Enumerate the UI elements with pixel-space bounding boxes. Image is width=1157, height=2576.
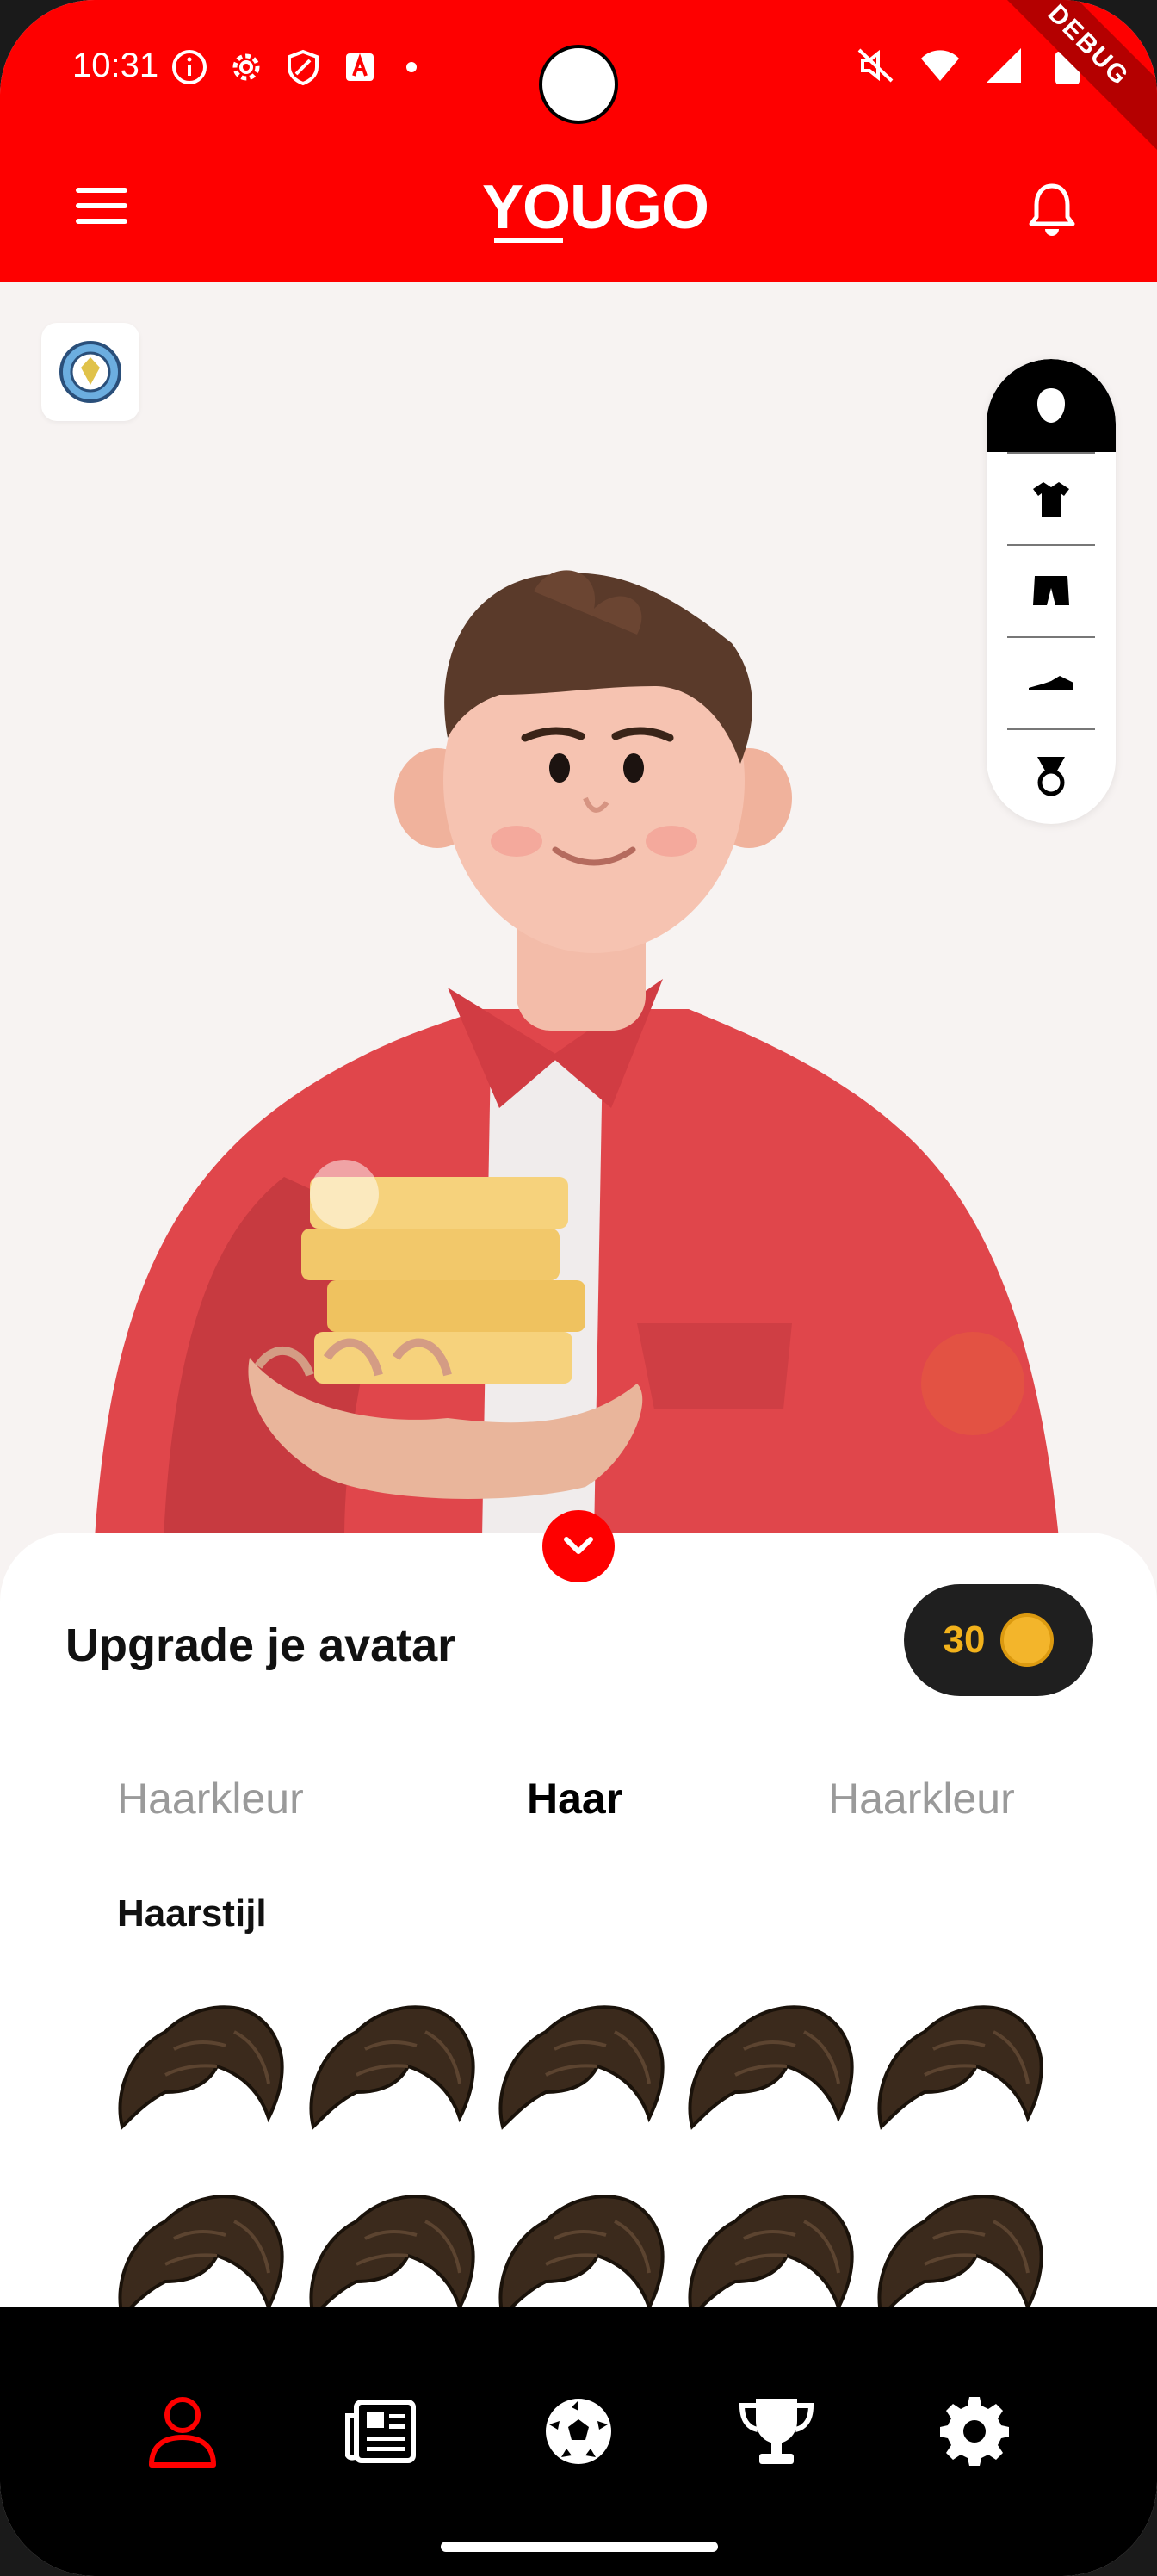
hair-style-option[interactable] — [494, 1997, 666, 2144]
status-bar: 10:31 DEBUG — [0, 0, 1157, 155]
status-left-icons — [170, 48, 417, 86]
gear-status-icon — [227, 48, 265, 86]
shorts-icon — [1033, 575, 1069, 605]
hair-style-icon — [688, 2005, 854, 2130]
hair-style-option[interactable] — [305, 1997, 477, 2144]
hair-style-icon — [118, 2005, 284, 2130]
news-icon — [345, 2400, 416, 2463]
tab-haar[interactable]: Haar — [527, 1774, 622, 1824]
menu-icon[interactable] — [76, 188, 127, 229]
tab-haarkleur-left[interactable]: Haarkleur — [117, 1774, 304, 1824]
front-camera — [539, 45, 618, 124]
hair-style-icon — [498, 2005, 665, 2130]
home-indicator[interactable] — [441, 2542, 718, 2552]
bottom-navigation — [0, 2307, 1157, 2576]
notification-dot — [406, 62, 417, 72]
hair-style-option[interactable] — [684, 1997, 856, 2144]
chevron-down-icon — [564, 1537, 593, 1554]
club-badge[interactable] — [41, 323, 139, 421]
nav-news[interactable] — [337, 2388, 424, 2474]
outfit-category-picker — [987, 359, 1116, 824]
shirt-icon — [1033, 481, 1069, 517]
profile-icon — [149, 2397, 216, 2468]
head-icon — [1037, 388, 1065, 423]
status-right-icons — [856, 45, 1088, 86]
coin-icon — [1000, 1613, 1055, 1667]
boots-category-button[interactable] — [1007, 636, 1095, 728]
club-crest-icon — [59, 341, 121, 403]
trophy-icon — [739, 2399, 814, 2464]
coin-count: 30 — [943, 1619, 986, 1661]
signal-icon — [983, 45, 1024, 86]
logo-underline — [494, 238, 563, 243]
nav-settings[interactable] — [931, 2388, 1018, 2474]
info-icon — [170, 48, 208, 86]
hair-style-option[interactable] — [873, 1997, 1045, 2144]
sheet-title: Upgrade je avatar — [65, 1619, 456, 1671]
football-icon — [546, 2399, 611, 2464]
tab-haarkleur-right[interactable]: Haarkleur — [828, 1774, 1015, 1824]
shield-icon — [284, 48, 322, 86]
coin-balance[interactable]: 30 — [904, 1584, 1093, 1696]
nav-leaderboard[interactable] — [733, 2388, 820, 2474]
avatar-upgrade-sheet: Upgrade je avatar 30 Haarkleur Haar Haar… — [0, 1533, 1157, 2319]
hair-style-icon — [877, 2005, 1043, 2130]
nav-profile[interactable] — [139, 2388, 226, 2474]
medal-icon — [1037, 756, 1065, 796]
bell-icon[interactable] — [1026, 181, 1078, 238]
hair-style-icon — [309, 2005, 475, 2130]
app-a-icon — [341, 48, 379, 86]
boot-icon — [1029, 675, 1073, 690]
category-tabs: Haarkleur Haar Haarkleur — [0, 1774, 1157, 1842]
status-time: 10:31 — [72, 46, 159, 84]
medal-category-button[interactable] — [1007, 728, 1095, 820]
app-header: 10:31 DEBUG YOUGO — [0, 0, 1157, 282]
phone-screen: 10:31 DEBUG YOUGO Upgrade je avatar 30 H… — [0, 0, 1157, 2576]
shorts-category-button[interactable] — [1007, 544, 1095, 636]
wifi-icon — [919, 45, 961, 86]
section-title: Haarstijl — [117, 1892, 267, 1935]
collapse-sheet-button[interactable] — [542, 1510, 615, 1582]
avatar-illustration — [95, 570, 1059, 1539]
mute-icon — [856, 45, 897, 86]
shirt-category-button[interactable] — [1007, 452, 1095, 544]
app-logo: YOUGO — [482, 173, 709, 242]
hair-style-option[interactable] — [114, 1997, 286, 2144]
settings-icon — [940, 2397, 1009, 2466]
nav-matches[interactable] — [535, 2388, 622, 2474]
avatar-stage — [0, 282, 1157, 1590]
